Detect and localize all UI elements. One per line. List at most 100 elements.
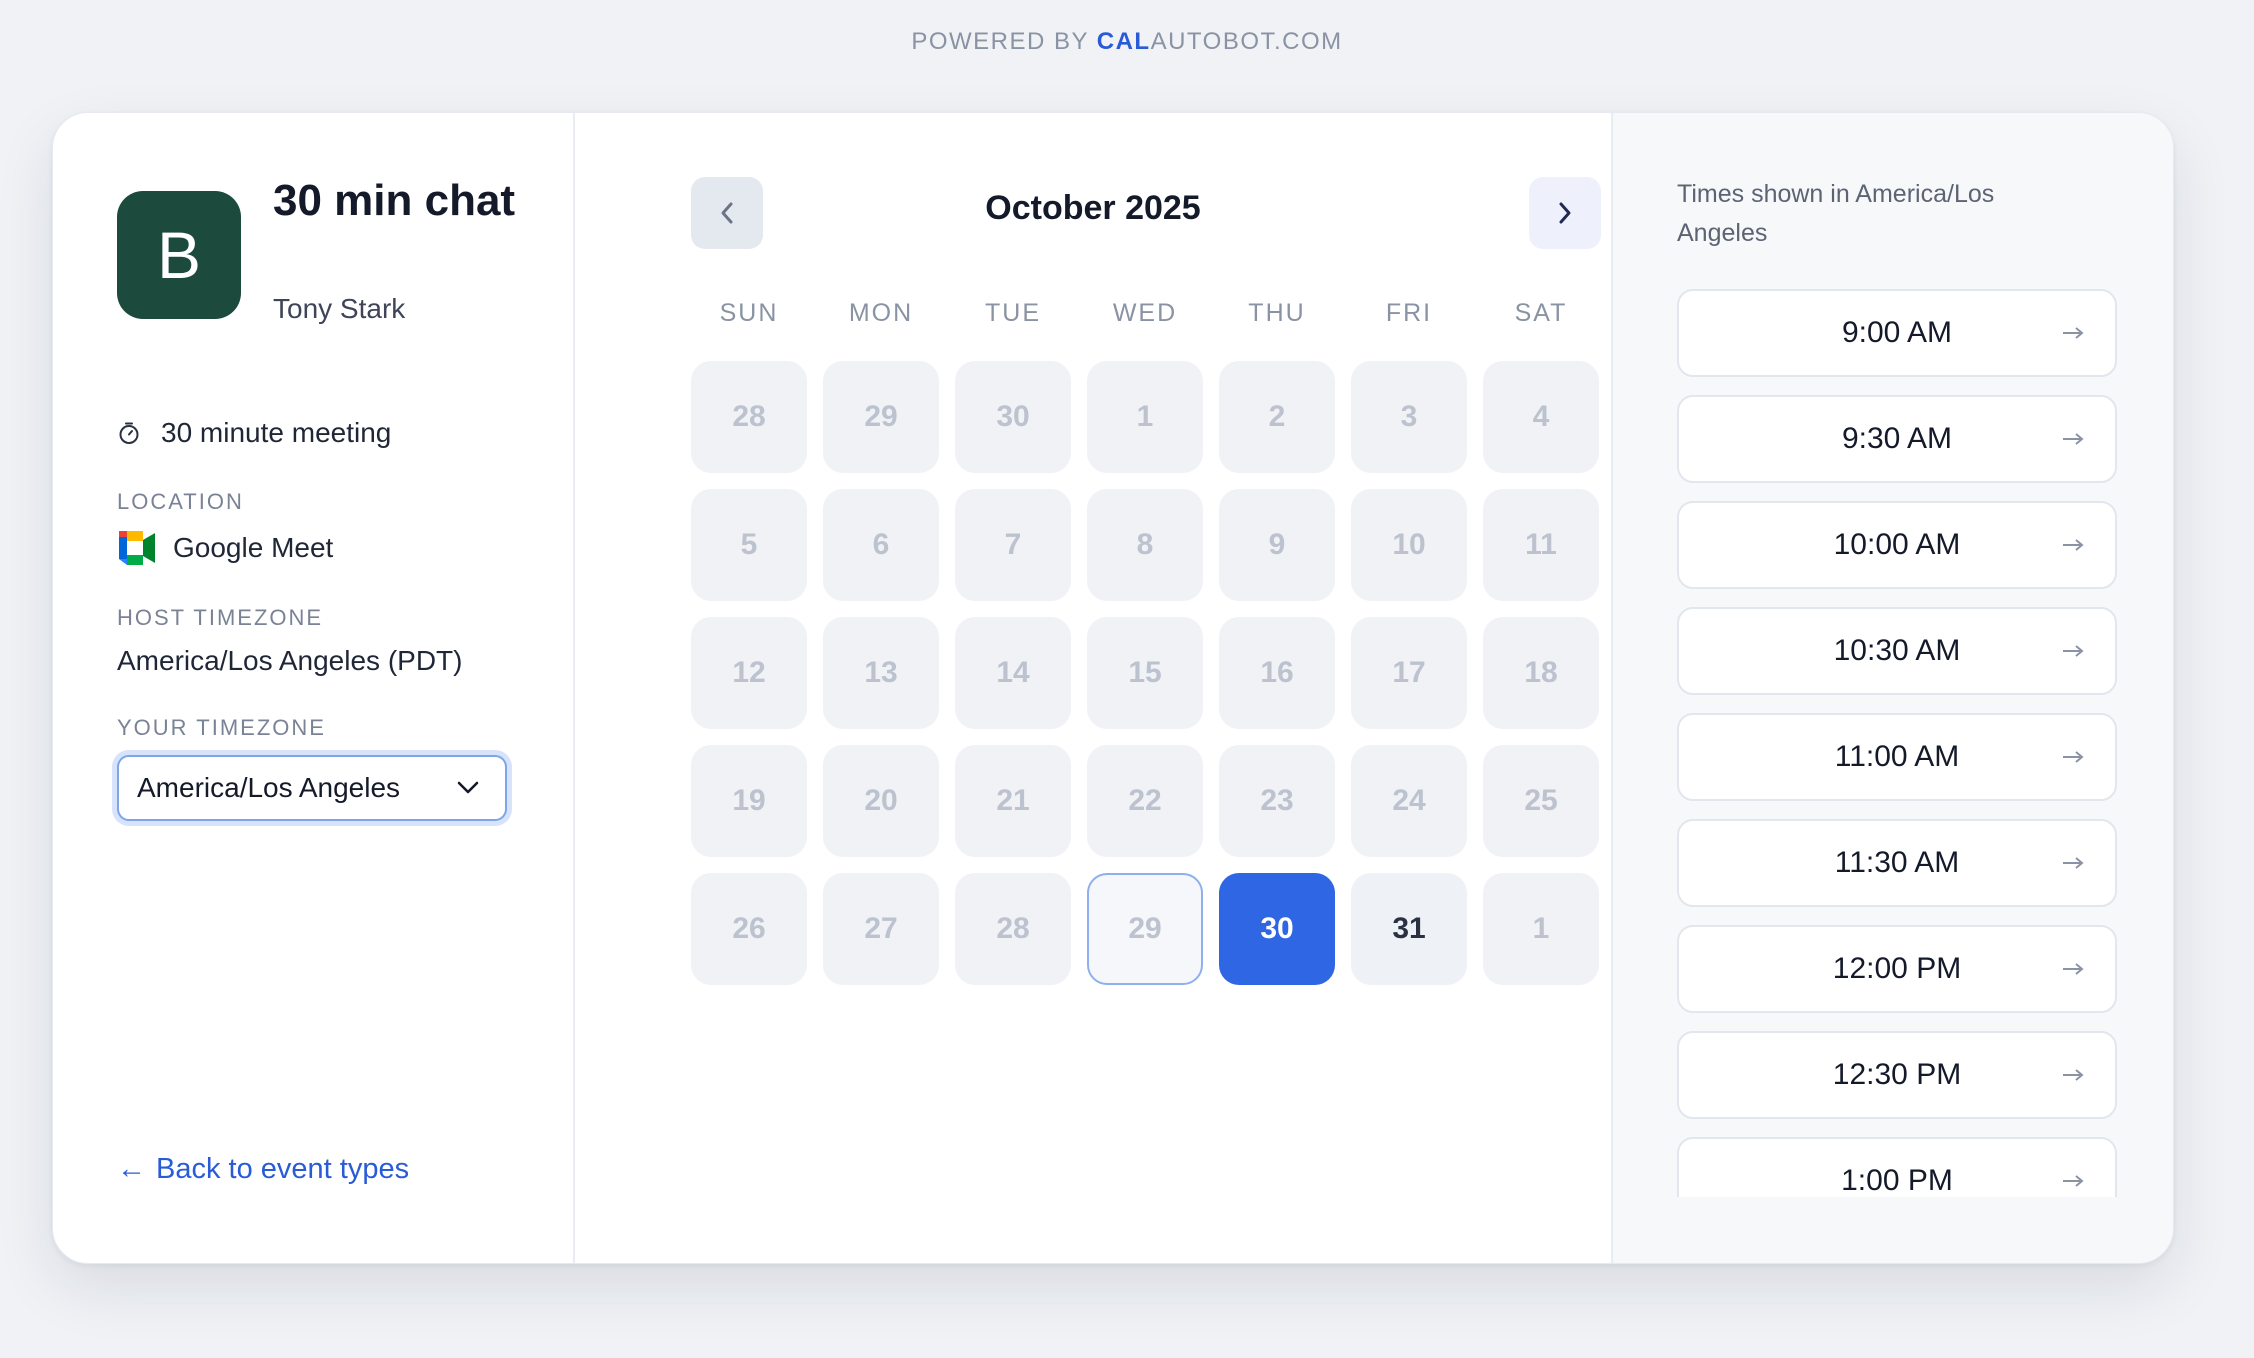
- avatar: B: [117, 191, 241, 319]
- timezone-note: Times shown in America/Los Angeles: [1677, 180, 1995, 247]
- time-slot-button[interactable]: 11:30 AM: [1677, 819, 2117, 907]
- google-meet-icon: [119, 531, 155, 565]
- event-title: 30 min chat: [273, 176, 516, 225]
- brand-cal[interactable]: CAL: [1097, 28, 1151, 55]
- calendar-day: 16: [1219, 617, 1335, 729]
- time-slot-button[interactable]: 1:00 PM: [1677, 1137, 2117, 1197]
- arrow-right-icon: [2063, 539, 2084, 551]
- next-month-button[interactable]: [1529, 177, 1601, 249]
- stopwatch-icon: [119, 422, 139, 444]
- powered-by-prefix: POWERED BY: [911, 28, 1097, 55]
- calendar-day: 5: [691, 489, 807, 601]
- duration-row: 30 minute meeting: [117, 417, 391, 449]
- calendar-day: 21: [955, 745, 1071, 857]
- calendar-day: 27: [823, 873, 939, 985]
- day-grid: 28 29 30 1 2 3 4 5 6 7 8 9 10 11 12 13 14 15 16 17 18 19 20 21 2…: [691, 361, 1599, 985]
- time-slot-list[interactable]: 9:00 AM 9:30 AM 10:00 AM 10:30 AM 11:00 AM 11…: [1677, 289, 2117, 1197]
- arrow-right-icon: [2063, 751, 2084, 763]
- weekday-thu: THU: [1248, 299, 1306, 327]
- calendar-day: 24: [1351, 745, 1467, 857]
- calendar-day: 18: [1483, 617, 1599, 729]
- time-slot-label: 12:30 PM: [1832, 1058, 1962, 1091]
- booking-card: B 30 min chat Tony Stark 30 minute meeti…: [52, 112, 2174, 1264]
- location-label: LOCATION: [117, 489, 244, 514]
- arrow-right-icon: [2063, 1069, 2084, 1081]
- time-slot-label: 11:00 AM: [1834, 740, 1960, 773]
- arrow-right-icon: [2063, 857, 2084, 869]
- calendar-day: 8: [1087, 489, 1203, 601]
- duration-text: 30 minute meeting: [161, 417, 392, 448]
- powered-by-banner: POWERED BY CALAUTOBOT.COM: [0, 28, 2254, 56]
- calendar-day: 19: [691, 745, 807, 857]
- timezone-select[interactable]: America/Los Angeles: [117, 755, 507, 821]
- host-timezone-label: HOST TIMEZONE: [117, 605, 324, 630]
- time-slot-label: 1:00 PM: [1841, 1164, 1953, 1197]
- weekday-header: SUN MON TUE WED THU FRI SAT: [691, 299, 1599, 328]
- calendar-day: 12: [691, 617, 807, 729]
- calendar-day: 1: [1483, 873, 1599, 985]
- chevron-right-icon: [1559, 202, 1571, 224]
- arrow-right-icon: [2063, 327, 2084, 339]
- host-name: Tony Stark: [273, 293, 406, 324]
- time-slot-button[interactable]: 11:00 AM: [1677, 713, 2117, 801]
- weekday-sat: SAT: [1514, 299, 1568, 327]
- location-row: Google Meet: [117, 531, 333, 565]
- arrow-right-icon: [2063, 1175, 2084, 1187]
- arrow-right-icon: [2063, 433, 2084, 445]
- time-slot-button[interactable]: 9:00 AM: [1677, 289, 2117, 377]
- calendar-day: 7: [955, 489, 1071, 601]
- weekday-wed: WED: [1112, 299, 1178, 327]
- calendar-day: 6: [823, 489, 939, 601]
- calendar-day[interactable]: 30: [1219, 873, 1335, 985]
- calendar-day: 2: [1219, 361, 1335, 473]
- calendar-day: 11: [1483, 489, 1599, 601]
- calendar-day: 1: [1087, 361, 1203, 473]
- event-info-panel: B 30 min chat Tony Stark 30 minute meeti…: [53, 113, 575, 1263]
- time-slot-button[interactable]: 12:00 PM: [1677, 925, 2117, 1013]
- calendar-day[interactable]: 29: [1087, 873, 1203, 985]
- calendar-day: 29: [823, 361, 939, 473]
- your-timezone-label: YOUR TIMEZONE: [117, 715, 326, 740]
- calendar-day: 4: [1483, 361, 1599, 473]
- calendar-day: 26: [691, 873, 807, 985]
- back-link-text: Back to event types: [156, 1153, 410, 1185]
- calendar-day: 25: [1483, 745, 1599, 857]
- time-slot-label: 10:30 AM: [1833, 634, 1961, 667]
- calendar-day: 28: [955, 873, 1071, 985]
- calendar-day: 20: [823, 745, 939, 857]
- brand-rest[interactable]: AUTOBOT.COM: [1151, 28, 1343, 55]
- time-slot-button[interactable]: 10:00 AM: [1677, 501, 2117, 589]
- location-text: Google Meet: [173, 532, 334, 563]
- arrow-right-icon: [2063, 963, 2084, 975]
- arrow-right-icon: [2063, 645, 2084, 657]
- time-slot-label: 10:00 AM: [1833, 528, 1961, 561]
- calendar-day: 3: [1351, 361, 1467, 473]
- weekday-sun: SUN: [719, 299, 779, 327]
- calendar-day: 30: [955, 361, 1071, 473]
- weekday-tue: TUE: [985, 299, 1041, 327]
- time-slot-label: 12:00 PM: [1832, 952, 1962, 985]
- back-to-event-types-link[interactable]: ← Back to event types: [117, 1153, 409, 1186]
- calendar-day[interactable]: 31: [1351, 873, 1467, 985]
- month-title: October 2025: [985, 189, 1201, 227]
- calendar-day: 15: [1087, 617, 1203, 729]
- calendar-day: 10: [1351, 489, 1467, 601]
- host-timezone: America/Los Angeles (PDT): [117, 645, 463, 676]
- time-slot-label: 9:00 AM: [1841, 316, 1953, 349]
- calendar-day: 13: [823, 617, 939, 729]
- weekday-fri: FRI: [1385, 299, 1433, 327]
- calendar-day: 28: [691, 361, 807, 473]
- arrow-left-icon: ←: [117, 1153, 146, 1185]
- time-slot-button[interactable]: 10:30 AM: [1677, 607, 2117, 695]
- time-slot-button[interactable]: 9:30 AM: [1677, 395, 2117, 483]
- calendar-day: 9: [1219, 489, 1335, 601]
- calendar-day: 17: [1351, 617, 1467, 729]
- timezone-select-value: America/Los Angeles: [137, 772, 401, 803]
- chevron-down-icon: [457, 781, 479, 794]
- time-slot-label: 9:30 AM: [1841, 422, 1953, 455]
- time-slot-button[interactable]: 12:30 PM: [1677, 1031, 2117, 1119]
- calendar-day: 14: [955, 617, 1071, 729]
- calendar-day: 23: [1219, 745, 1335, 857]
- calendar-day: 22: [1087, 745, 1203, 857]
- time-slot-label: 11:30 AM: [1834, 846, 1960, 879]
